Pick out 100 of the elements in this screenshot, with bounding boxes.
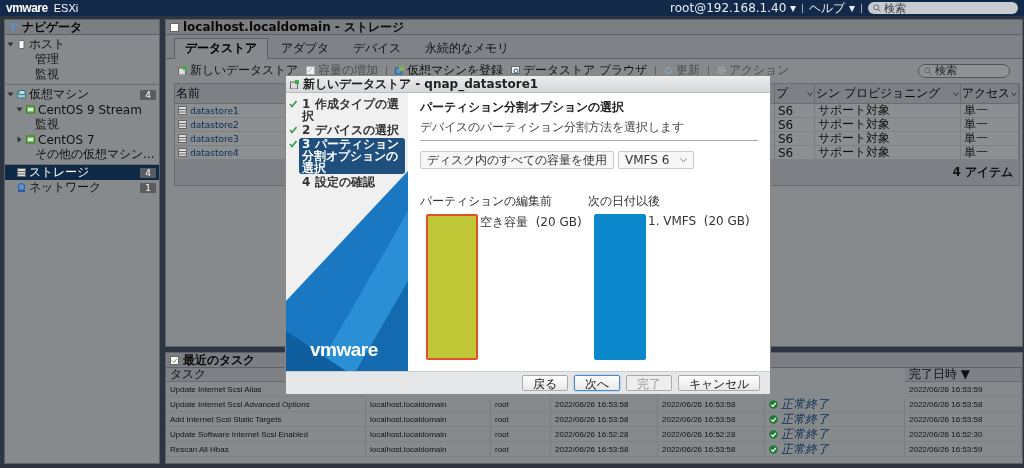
caret-icon <box>680 157 687 163</box>
navigator-icon <box>9 22 18 32</box>
toolbar-button[interactable]: 新しいデータストア <box>178 62 298 79</box>
count-badge: 4 <box>140 89 156 100</box>
tab[interactable]: データストア <box>174 38 268 59</box>
count-badge: 4 <box>140 167 156 178</box>
page-heading: パーティション分割オプションの選択 <box>420 99 625 116</box>
wizard-step[interactable]: 3 パーティション分割オプションの選択 <box>299 138 405 174</box>
tab[interactable]: アダプタ <box>270 38 340 58</box>
tree-item[interactable]: ストレージ 4 <box>5 165 159 180</box>
dropdown[interactable]: VMFS 6 <box>618 151 694 169</box>
browse-icon <box>511 66 520 75</box>
check-circle-icon <box>769 414 778 424</box>
wizard-step[interactable]: 1 作成タイプの選択 <box>299 98 405 122</box>
panel-title: localhost.localdomain - ストレージ <box>183 20 404 36</box>
check-circle-icon <box>769 429 778 439</box>
storage-icon <box>178 120 187 129</box>
table-cell: 単一 <box>961 132 1019 146</box>
datastore-link[interactable]: datastore2 <box>190 119 239 130</box>
tree-item[interactable]: 監視 <box>5 117 159 132</box>
table-cell: 2022/06/26 16:53:58 <box>555 399 629 409</box>
sort-caret-icon <box>953 91 959 96</box>
datastore-link[interactable]: datastore1 <box>190 105 239 116</box>
product-name: ESXi <box>53 2 79 14</box>
expanded-arrow-icon[interactable] <box>7 91 14 98</box>
add-storage-icon <box>178 66 187 75</box>
table-cell: 2022/06/26 16:52:28 <box>662 429 736 439</box>
dialog-button[interactable]: 次へ <box>574 375 620 391</box>
dialog-button[interactable]: 戻る <box>522 375 568 391</box>
tree-item[interactable]: 管理 <box>5 52 159 67</box>
table-cell: 2022/06/26 16:53:59 <box>909 384 983 394</box>
table-cell: 単一 <box>961 104 1019 118</box>
table-cell: 2022/06/26 16:53:58 <box>662 414 736 424</box>
column-header[interactable]: プ <box>775 84 815 104</box>
server-icon <box>17 40 26 49</box>
tree-item[interactable]: 監視 <box>5 67 159 82</box>
table-cell: root <box>495 399 509 409</box>
user-menu[interactable]: root@192.168.1.40 ▾ <box>670 1 797 15</box>
search-field[interactable]: 検索 <box>918 63 1010 78</box>
table-cell: Rescan All Hbas <box>170 444 229 454</box>
table-cell: localhost.localdomain <box>370 414 447 424</box>
table-cell: 2022/06/26 16:53:58 <box>662 399 736 409</box>
tree-item[interactable]: ネットワーク 1 <box>5 180 159 195</box>
table-cell: サポート対象 <box>815 118 961 132</box>
column-header[interactable]: アクセス <box>961 84 1019 104</box>
tree-item[interactable]: CentOS 9 Stream <box>5 102 159 117</box>
table-cell: root <box>495 429 509 439</box>
logo: vmware <box>6 1 48 15</box>
storage-icon <box>178 134 187 143</box>
table-cell: localhost.localdomain <box>370 444 447 454</box>
table-cell: Add Internet Scsi Static Targets <box>170 414 282 424</box>
item-count: 4 アイテム <box>952 165 1013 179</box>
count-badge: 1 <box>140 182 156 193</box>
partition-bar[interactable] <box>426 214 478 360</box>
virtual-machine-icon <box>26 105 35 114</box>
table-cell: S6 <box>775 104 815 118</box>
collapsed-arrow-icon[interactable] <box>16 136 23 143</box>
settings-icon <box>716 66 726 75</box>
panel-title: ナビゲータ <box>22 20 82 36</box>
virtual-machine-icon <box>26 135 35 144</box>
table-cell: root <box>495 444 509 454</box>
wizard-step[interactable]: 4 設定の確認 <box>299 176 378 188</box>
register-icon <box>395 66 404 75</box>
partition-label: 空き容量 (20 GB) <box>480 214 582 231</box>
table-cell: 2022/06/26 16:52:30 <box>909 429 983 439</box>
dialog-button[interactable]: キャンセル <box>678 375 760 391</box>
increase-icon <box>306 66 315 75</box>
column-header[interactable]: シン プロビジョニング <box>815 84 961 104</box>
table-cell: 2022/06/26 16:53:58 <box>555 414 629 424</box>
brand-logo: vmware <box>310 339 378 361</box>
option-button[interactable]: ディスク内のすべての容量を使用 <box>420 151 614 169</box>
storage-icon <box>178 148 187 157</box>
search-icon <box>924 66 932 75</box>
table-cell: 2022/06/26 16:53:58 <box>662 444 736 454</box>
panel-title: 最近のタスク <box>183 353 255 369</box>
tree-item[interactable]: その他の仮想マシン... <box>5 147 159 162</box>
tree-item[interactable]: ホスト <box>5 37 159 52</box>
sort-caret-icon <box>807 91 813 96</box>
tab[interactable]: デバイス <box>342 38 412 58</box>
help-menu[interactable]: ヘルプ ▾ <box>809 0 855 17</box>
table-cell: S6 <box>775 118 815 132</box>
table-cell: サポート対象 <box>815 132 961 146</box>
check-circle-icon <box>769 399 778 409</box>
tree-item[interactable]: CentOS 7 <box>5 132 159 147</box>
partition-label: 1. VMFS (20 GB) <box>648 214 750 228</box>
table-cell: localhost.localdomain <box>370 429 447 439</box>
wizard-step[interactable]: 2 デバイスの選択 <box>299 124 402 136</box>
table-cell: root <box>495 414 509 424</box>
datastore-link[interactable]: datastore3 <box>190 133 239 144</box>
stacked-windows-icon <box>17 90 26 99</box>
datastore-link[interactable]: datastore4 <box>190 147 239 158</box>
expanded-arrow-icon[interactable] <box>7 41 14 48</box>
network-icon <box>17 183 26 192</box>
search-field[interactable]: 検索 <box>868 2 1018 14</box>
expanded-arrow-icon[interactable] <box>16 106 23 113</box>
layout-title: 次の日付以後 <box>588 193 661 210</box>
tab[interactable]: 永続的なメモリ <box>414 38 520 58</box>
table-cell: 単一 <box>961 118 1019 132</box>
column-header[interactable]: 完了日時 ▼ <box>905 368 1022 382</box>
tree-item[interactable]: 仮想マシン 4 <box>5 87 159 102</box>
